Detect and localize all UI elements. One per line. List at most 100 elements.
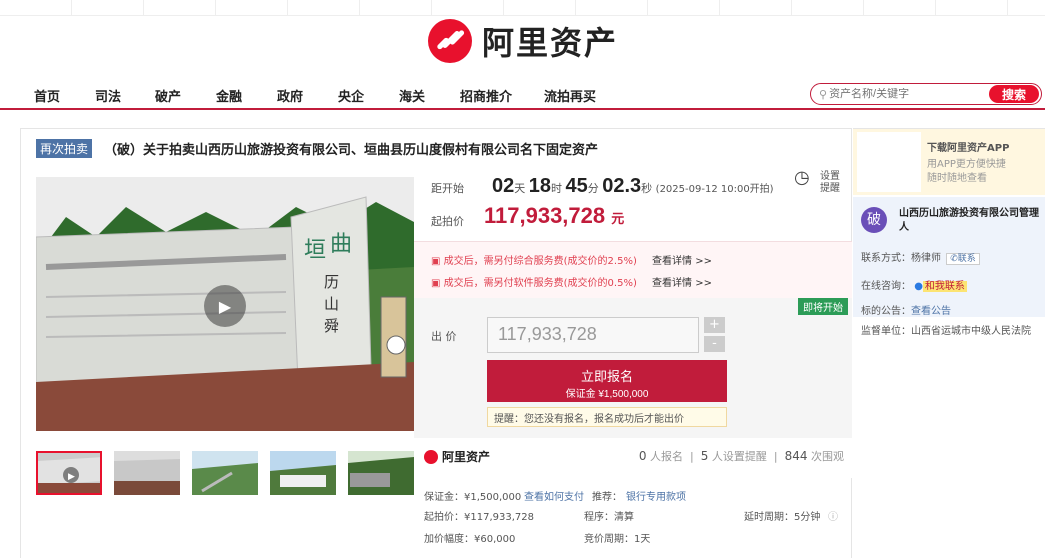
nav-item-relist[interactable]: 流拍再买 [544,86,596,105]
supervisor-row: 监督单位：山西省运城市中级人民法院 [861,324,1041,339]
contact-button[interactable]: ✆联系 [946,253,980,265]
organizer-name: 山西历山旅游投资有限公司管理人 [899,208,1039,233]
hours-unit: 时 [550,182,562,195]
thumbnail-2[interactable] [114,451,180,495]
relist-tag: 再次拍卖 [36,139,93,158]
how-to-pay-link[interactable]: 查看如何支付 [524,488,584,503]
search-icon: ⚲ [819,87,828,101]
qr-code [857,132,921,192]
thumbnail-4[interactable] [270,451,336,495]
search-button[interactable]: 搜索 [989,85,1039,103]
nav-item-customs[interactable]: 海关 [399,86,425,105]
app-subtitle: 用APP更方便快捷 随时随地查看 [927,158,1006,186]
nav-item-judicial[interactable]: 司法 [95,86,121,105]
svg-text:舜: 舜 [324,317,339,335]
svg-text:▶: ▶ [68,472,75,482]
start-price: 117,933,728 元 [484,203,624,229]
start-price-label: 起拍价 [431,215,464,228]
start-price-value: 117,933,728 [484,203,606,228]
days-unit: 天 [514,182,526,195]
fee-details-link[interactable]: 查看详情 >> [652,278,712,289]
video-player[interactable]: 垣 曲 历 山 舜 ▶ [36,177,414,431]
nav-item-bankruptcy[interactable]: 破产 [155,86,181,105]
bank-account-link[interactable]: 银行专用款项 [626,488,686,503]
decrease-bid-button[interactable]: - [704,336,725,352]
thumbnail-5[interactable] [348,451,414,495]
bid-cycle: 竞价周期：1天 [584,534,651,545]
signups-label: 人报名 [650,450,684,463]
play-icon[interactable]: ▶ [204,285,246,327]
top-utility-strip [0,0,1045,16]
reminders-count: 5 [700,449,709,463]
svg-text:历: 历 [324,273,339,291]
nav-item-finance[interactable]: 金融 [216,86,242,105]
thumbnail-strip: ▶ [36,451,414,495]
gift-icon: ▣ [431,278,441,289]
supervisor-name: 山西省运城市中级人民法院 [911,326,1031,337]
reminder-line2: 提醒 [820,183,840,194]
fee-row: ▣ 成交后，需另付综合服务费(成交价的2.5%) 查看详情 >> [431,252,712,267]
notice-label: 标的公告： [861,306,911,317]
nav-item-home[interactable]: 首页 [34,86,60,105]
bid-amount-field[interactable]: 117,933,728 [487,317,699,353]
bid-area: 即将开始 出 价 117,933,728 + - 立即报名 保证金 ¥1,500… [414,298,852,438]
listing-panel: 再次拍卖 （破）关于拍卖山西历山旅游投资有限公司、垣曲县历山度假村有限公司名下固… [20,128,852,558]
stats-bar: 阿里资产 0 人报名 | 5 人设置提醒 | 844 次围观 [414,438,852,478]
search-bar: ⚲ 搜索 [810,83,1042,105]
bankruptcy-icon: 破 [861,207,887,233]
detail-start-price: 起拍价：¥117,933,728 [424,512,534,523]
deposit-info: 保证金：¥1,500,000 [424,492,522,503]
brand-name: 阿里资产 [482,24,619,62]
app-download-box[interactable]: 下载阿里资产APP 用APP更方便快捷 随时随地查看 [853,129,1045,195]
notice-row: 标的公告：查看公告 [861,302,951,317]
consult-label: 在线咨询： [861,281,911,292]
contact-label: 联系方式： [861,253,911,264]
brand-mark-icon [428,19,472,63]
fee-text: 成交后，需另付综合服务费(成交价的2.5%) [443,256,637,267]
fees-notice: ▣ 成交后，需另付综合服务费(成交价的2.5%) 查看详情 >> ▣ 成交后，需… [414,241,852,298]
signup-label: 立即报名 [580,369,633,384]
countdown-minutes: 45 [565,175,588,197]
procedure: 程序：清算 [584,512,634,523]
stats-brand: 阿里资产 [424,448,490,465]
bid-increment: 加价幅度：¥60,000 [424,534,516,545]
contact-name: 杨律师 [911,253,941,264]
thumbnail-3[interactable] [192,451,258,495]
help-icon[interactable]: ⓘ [828,508,838,523]
thumbnail-1[interactable]: ▶ [36,451,102,495]
nav-item-investment[interactable]: 招商推介 [460,86,512,105]
svg-text:山: 山 [324,295,339,313]
alarm-clock-icon: ◷ [794,167,810,188]
svg-text:垣: 垣 [304,238,326,263]
consult-button[interactable]: 和我联系 [922,281,967,292]
signup-button[interactable]: 立即报名 保证金 ¥1,500,000 [487,360,727,402]
recommend-label: 推荐： [592,492,622,503]
signup-deposit: 保证金 ¥1,500,000 [565,389,649,400]
sidebar: 下载阿里资产APP 用APP更方便快捷 随时随地查看 破 山西历山旅游投资有限公… [853,128,1045,558]
gift-icon: ▣ [431,256,441,267]
fee-details-link[interactable]: 查看详情 >> [652,256,712,267]
countdown-label: 距开始 [431,182,464,195]
consult-row: 在线咨询： ● 和我联系 [861,277,967,292]
status-badge: 即将开始 [798,298,848,315]
search-input[interactable] [829,88,970,100]
start-note: (2025-09-12 10:00开拍) [655,184,774,195]
brand-logo[interactable]: 阿里资产 [428,18,618,64]
bid-tip: 提醒：您还没有报名，报名成功后才能出价 [487,407,727,427]
reminders-label: 人设置提醒 [711,450,767,463]
signups-count: 0 [638,449,647,463]
start-price-unit: 元 [611,211,625,226]
nav-item-government[interactable]: 政府 [277,86,303,105]
countdown-days: 02 [491,175,515,197]
listing-title-bar: 再次拍卖 （破）关于拍卖山西历山旅游投资有限公司、垣曲县历山度假村有限公司名下固… [36,139,598,158]
notice-link[interactable]: 查看公告 [911,306,951,317]
fee-text: 成交后，需另付软件服务费(成交价的0.5%) [443,278,637,289]
contact-chip-label: 联系 [957,254,976,264]
countdown-seconds: 02.3 [602,175,642,197]
views-count: 844 [784,449,808,463]
brand-mark-icon [424,449,438,464]
app-title: 下载阿里资产APP [927,143,1010,154]
chat-icon: ● [914,281,923,292]
nav-item-central-soe[interactable]: 央企 [338,86,364,105]
increase-bid-button[interactable]: + [704,317,725,333]
